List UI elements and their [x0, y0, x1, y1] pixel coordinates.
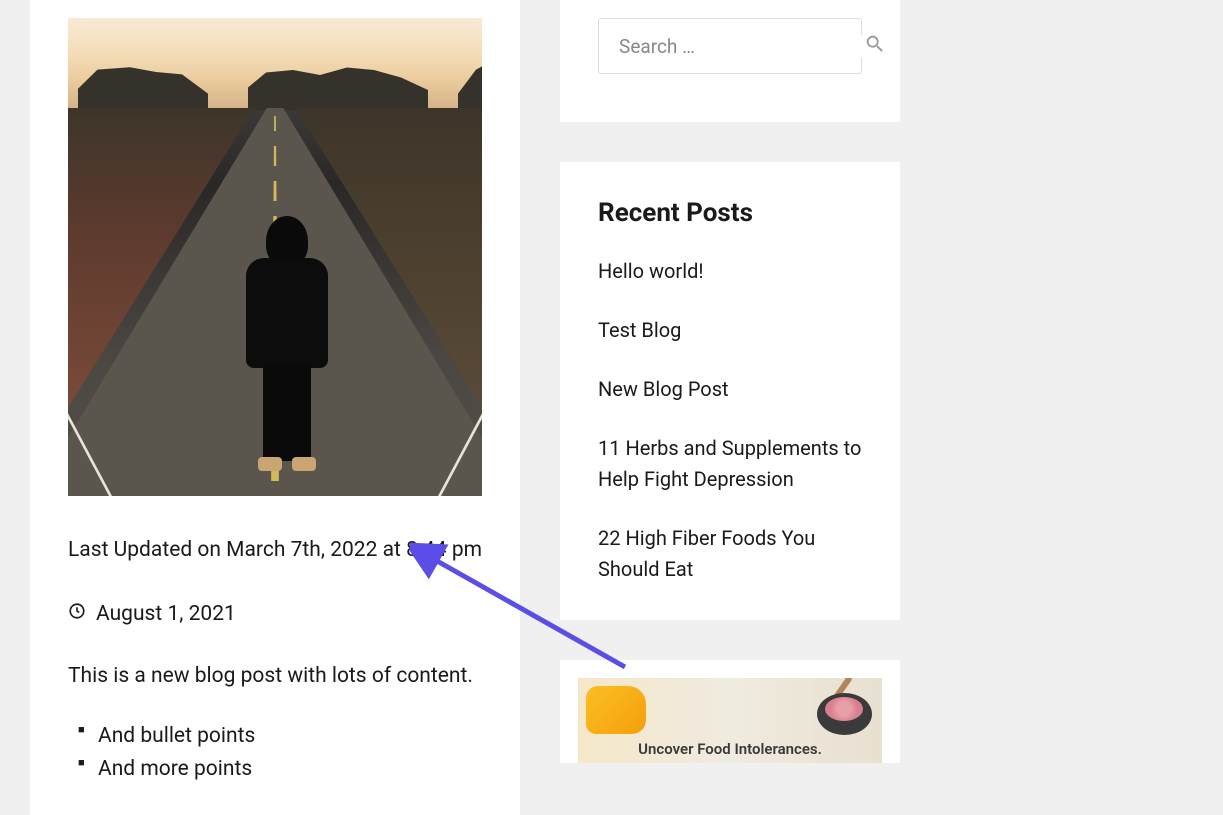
blog-post-article: Last Updated on March 7th, 2022 at 8:44 …: [30, 0, 520, 815]
search-input[interactable]: [619, 35, 864, 58]
published-date-text: August 1, 2021: [96, 602, 236, 626]
recent-post-link[interactable]: 22 High Fiber Foods You Should Eat: [598, 523, 862, 585]
recent-posts-list: Hello world! Test Blog New Blog Post 11 …: [598, 256, 862, 585]
last-updated-text: Last Updated on March 7th, 2022 at 8:44 …: [68, 538, 482, 562]
recent-post-link[interactable]: Test Blog: [598, 315, 862, 346]
search-icon[interactable]: [864, 33, 886, 60]
recent-post-link[interactable]: New Blog Post: [598, 374, 862, 405]
recent-posts-title: Recent Posts: [598, 198, 862, 228]
published-date: August 1, 2021: [68, 602, 482, 626]
ad-banner[interactable]: Uncover Food Intolerances.: [578, 678, 882, 763]
ad-text: Uncover Food Intolerances.: [638, 740, 822, 764]
recent-post-link[interactable]: Hello world!: [598, 256, 862, 287]
featured-image: [68, 18, 482, 496]
post-body-text: This is a new blog post with lots of con…: [68, 664, 482, 688]
recent-posts-widget: Recent Posts Hello world! Test Blog New …: [560, 162, 900, 620]
clock-icon: [68, 602, 86, 626]
bullet-list: And bullet points And more points: [68, 720, 482, 785]
search-box: [598, 18, 862, 74]
search-widget: [560, 0, 900, 122]
sidebar: Recent Posts Hello world! Test Blog New …: [560, 0, 900, 815]
ad-widget: Uncover Food Intolerances.: [560, 660, 900, 763]
list-item: And bullet points: [96, 720, 482, 753]
recent-post-link[interactable]: 11 Herbs and Supplements to Help Fight D…: [598, 433, 862, 495]
